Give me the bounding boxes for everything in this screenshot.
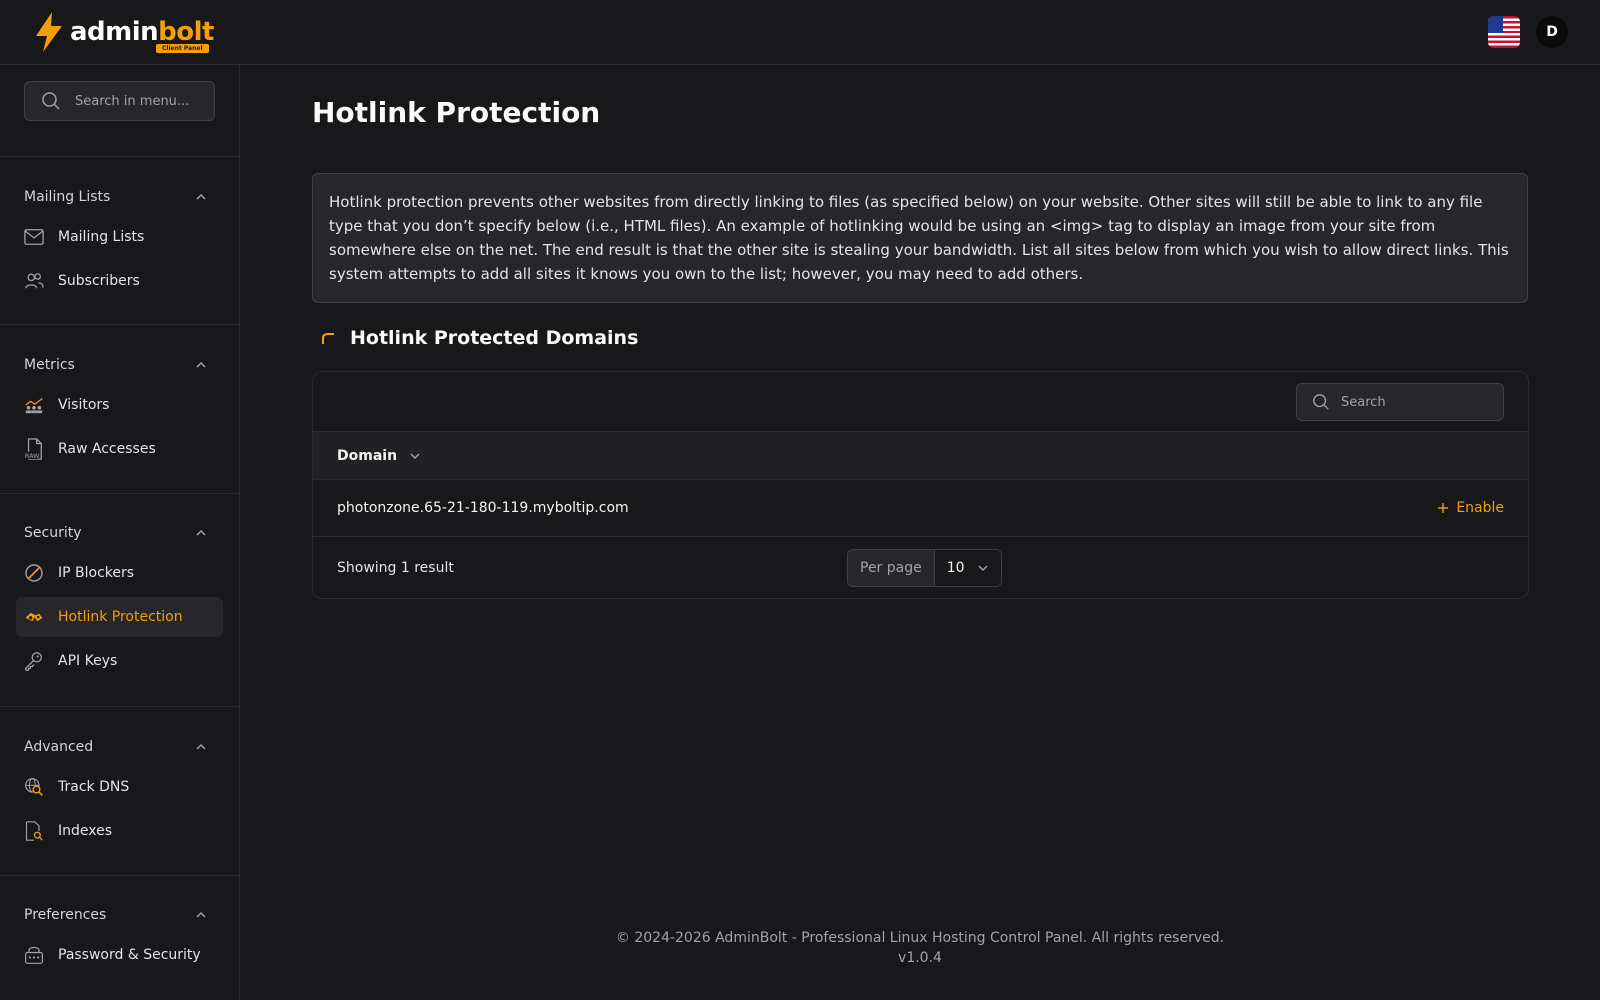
group-header-mailing-lists[interactable]: Mailing Lists bbox=[0, 177, 239, 217]
file-search-icon bbox=[24, 821, 44, 841]
sidebar-item-label: Raw Accesses bbox=[58, 441, 156, 457]
lightning-bolt-icon bbox=[32, 11, 66, 53]
per-page-value: 10 bbox=[946, 560, 965, 576]
sidebar-item-track-dns[interactable]: Track DNS bbox=[16, 767, 223, 807]
sidebar-item-raw-accesses[interactable]: RAW Raw Accesses bbox=[16, 429, 223, 469]
key-icon bbox=[24, 651, 44, 671]
section-title-text: Hotlink Protected Domains bbox=[350, 327, 639, 349]
group-advanced: Advanced Track DNS Indexes bbox=[0, 706, 239, 851]
lock-icon bbox=[24, 945, 44, 965]
chevron-up-icon bbox=[191, 355, 211, 375]
group-title: Security bbox=[24, 525, 82, 541]
group-mailing-lists: Mailing Lists Mailing Lists Subscribers bbox=[0, 156, 239, 301]
menu-search-input[interactable] bbox=[75, 93, 205, 109]
sidebar-item-password-security[interactable]: Password & Security bbox=[16, 935, 223, 975]
avatar[interactable]: D bbox=[1536, 16, 1568, 48]
group-metrics: Metrics Visitors RAW Raw Accesses bbox=[0, 324, 239, 469]
chevron-down-icon bbox=[977, 558, 989, 578]
chevron-down-icon[interactable] bbox=[405, 446, 425, 466]
sidebar-item-ip-blockers[interactable]: IP Blockers bbox=[16, 553, 223, 593]
sidebar-item-label: Track DNS bbox=[58, 779, 130, 795]
svg-text:RAW: RAW bbox=[25, 453, 40, 460]
group-title: Preferences bbox=[24, 907, 107, 923]
logo[interactable]: adminbolt Client Panel bbox=[32, 11, 214, 53]
us-flag-icon[interactable] bbox=[1488, 16, 1520, 48]
chevron-up-icon bbox=[191, 737, 211, 757]
sidebar-item-label: Subscribers bbox=[58, 273, 140, 289]
table-search[interactable] bbox=[1296, 383, 1504, 421]
sidebar-item-label: API Keys bbox=[58, 653, 118, 669]
sidebar-item-label: Hotlink Protection bbox=[58, 609, 183, 625]
logo-badge: Client Panel bbox=[156, 44, 209, 53]
enable-label: Enable bbox=[1456, 500, 1504, 516]
envelope-icon bbox=[24, 227, 44, 247]
sidebar-item-mailing-lists[interactable]: Mailing Lists bbox=[16, 217, 223, 257]
sidebar-item-label: Mailing Lists bbox=[58, 229, 145, 245]
logo-text: adminbolt bbox=[70, 17, 214, 47]
group-header-preferences[interactable]: Preferences bbox=[0, 895, 239, 935]
menu-search[interactable] bbox=[24, 81, 215, 121]
chevron-up-icon bbox=[191, 523, 211, 543]
plus-icon bbox=[1436, 501, 1450, 515]
sidebar-item-indexes[interactable]: Indexes bbox=[16, 811, 223, 851]
copyright: © 2024-2026 AdminBolt - Professional Lin… bbox=[615, 930, 1225, 946]
table-footer: Showing 1 result Per page 10 bbox=[313, 537, 1528, 598]
sidebar-item-visitors[interactable]: Visitors bbox=[16, 385, 223, 425]
section-accent-icon bbox=[318, 328, 338, 348]
chevron-up-icon bbox=[191, 187, 211, 207]
sidebar-item-api-keys[interactable]: API Keys bbox=[16, 641, 223, 681]
group-header-advanced[interactable]: Advanced bbox=[0, 727, 239, 767]
version: v1.0.4 bbox=[898, 950, 942, 966]
results-count: Showing 1 result bbox=[337, 560, 454, 576]
sidebar-item-hotlink-protection[interactable]: Hotlink Protection bbox=[16, 597, 223, 637]
group-preferences: Preferences Password & Security bbox=[0, 875, 239, 975]
visitors-icon bbox=[24, 395, 44, 415]
table-search-input[interactable] bbox=[1341, 394, 1491, 410]
sidebar-item-label: Visitors bbox=[58, 397, 110, 413]
group-header-metrics[interactable]: Metrics bbox=[0, 345, 239, 385]
page-title: Hotlink Protection bbox=[312, 96, 601, 129]
section-title: Hotlink Protected Domains bbox=[318, 327, 638, 349]
domains-table: Domain photonzone.65-21-180-119.myboltip… bbox=[312, 371, 1529, 599]
sidebar: Mailing Lists Mailing Lists Subscribers … bbox=[0, 65, 240, 1000]
search-icon bbox=[1311, 392, 1331, 412]
dns-search-icon bbox=[24, 777, 44, 797]
info-box: Hotlink protection prevents other websit… bbox=[312, 173, 1528, 303]
column-header-domain[interactable]: Domain bbox=[337, 448, 397, 464]
group-title: Mailing Lists bbox=[24, 189, 111, 205]
users-icon bbox=[24, 271, 44, 291]
footer: © 2024-2026 AdminBolt - Professional Lin… bbox=[240, 928, 1600, 968]
block-icon bbox=[24, 563, 44, 583]
domain-cell: photonzone.65-21-180-119.myboltip.com bbox=[337, 500, 629, 516]
top-bar: adminbolt Client Panel D bbox=[0, 0, 1600, 65]
sidebar-item-label: Indexes bbox=[58, 823, 113, 839]
per-page-value-box[interactable]: 10 bbox=[934, 550, 1001, 586]
table-header: Domain bbox=[313, 431, 1528, 480]
raw-file-icon: RAW bbox=[24, 438, 44, 460]
sidebar-item-label: IP Blockers bbox=[58, 565, 135, 581]
enable-button[interactable]: Enable bbox=[1436, 500, 1504, 516]
group-title: Metrics bbox=[24, 357, 75, 373]
group-header-security[interactable]: Security bbox=[0, 513, 239, 553]
sidebar-item-label: Password & Security bbox=[58, 947, 201, 963]
per-page-label: Per page bbox=[848, 550, 935, 586]
group-security: Security IP Blockers Hotlink Protection … bbox=[0, 493, 239, 681]
sidebar-item-subscribers[interactable]: Subscribers bbox=[16, 261, 223, 301]
group-title: Advanced bbox=[24, 739, 94, 755]
per-page-select[interactable]: Per page 10 bbox=[847, 549, 1002, 587]
search-icon bbox=[41, 91, 61, 111]
table-row: photonzone.65-21-180-119.myboltip.com En… bbox=[313, 480, 1528, 537]
hotlink-icon bbox=[24, 607, 44, 627]
chevron-up-icon bbox=[191, 905, 211, 925]
